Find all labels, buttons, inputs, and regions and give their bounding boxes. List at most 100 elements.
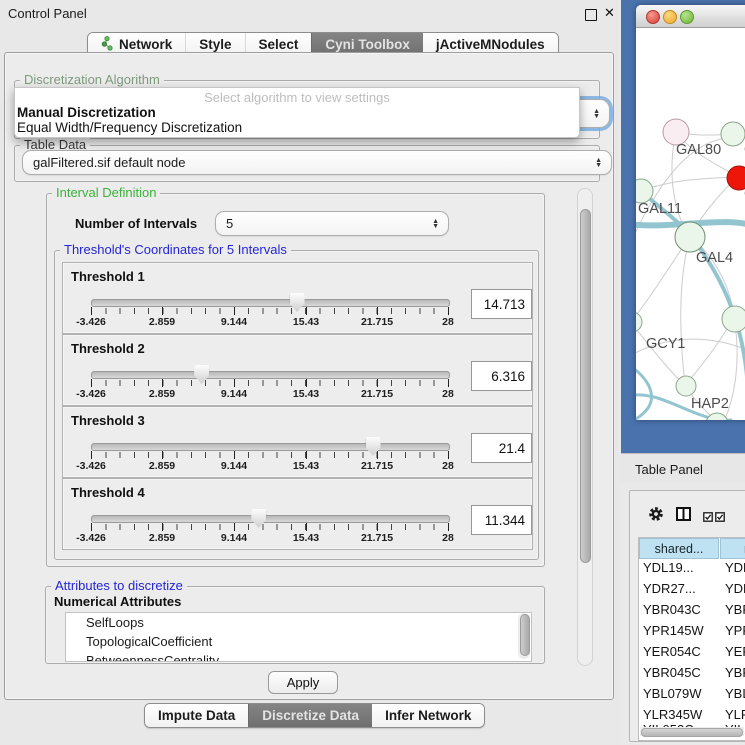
tab-infer-network-label: Infer Network (385, 708, 471, 723)
table-panel-title: Table Panel (635, 462, 703, 477)
split-view-icon[interactable] (676, 507, 691, 526)
table-panel: shared... na YDL19...YDL1 YDR27...YDR2 Y… (621, 483, 745, 745)
table-row[interactable]: YDR27...YDR2 (639, 579, 745, 599)
number-of-intervals-value: 5 (226, 216, 233, 231)
gear-icon[interactable] (648, 506, 664, 527)
tab-discretize-data-label: Discretize Data (262, 708, 359, 723)
scrollbar-thumb[interactable] (580, 209, 591, 563)
network-canvas[interactable]: GAL80 GAL11 GAL4 GCY1 HAP2 G C H (636, 28, 745, 420)
tab-discretize-data[interactable]: Discretize Data (248, 704, 372, 727)
network-view-window: GAL80 GAL11 GAL4 GCY1 HAP2 G C H (636, 5, 745, 420)
tick-marks (91, 524, 449, 530)
numerical-attributes-label: Numerical Attributes (54, 594, 181, 609)
table-panel-inner: shared... na YDL19...YDL1 YDR27...YDR2 Y… (629, 490, 745, 742)
list-item[interactable]: SelfLoops (66, 613, 531, 632)
tab-select-label: Select (259, 37, 299, 52)
node (636, 312, 642, 332)
thresholds-group-title: Threshold's Coordinates for 5 Intervals (60, 243, 291, 256)
horizontal-scrollbar[interactable] (640, 727, 744, 736)
node-label: GCY1 (646, 336, 686, 352)
node (675, 222, 705, 252)
control-panel-window: Control Panel ✕ Network Style Select Cyn… (0, 0, 621, 745)
threshold-3-slider-track[interactable] (91, 443, 450, 451)
dropdown-item-manual-discretization[interactable]: Manual Discretization (17, 105, 156, 120)
threshold-1-value-field[interactable]: 14.713 (471, 289, 532, 319)
table-data-combobox[interactable]: galFiltered.sif default node ▲▼ (22, 150, 612, 175)
threshold-1-label: Threshold 1 (71, 269, 145, 284)
node-attribute-table[interactable]: shared... na YDL19...YDL1 YDR27...YDR2 Y… (638, 537, 745, 741)
discretization-algorithm-group-title: Discretization Algorithm (20, 73, 164, 86)
node-label: GAL4 (696, 250, 733, 266)
threshold-1-panel: Threshold 1 -3.426 2.859 9.144 15.43 21.… (62, 262, 533, 334)
tick-marks (91, 308, 449, 314)
scrollbar-thumb[interactable] (520, 614, 530, 656)
node-label: GAL80 (676, 142, 721, 158)
chevron-updown-icon: ▲▼ (593, 100, 600, 127)
chevron-updown-icon: ▲▼ (432, 212, 439, 235)
vertical-scrollbar[interactable] (577, 188, 593, 666)
tick-marks (91, 452, 449, 458)
list-item[interactable]: TopologicalCoefficient (66, 632, 531, 651)
column-header-shared-name[interactable]: shared... (639, 538, 719, 559)
apply-button[interactable]: Apply (268, 671, 338, 694)
node-label: GAL11 (638, 201, 682, 217)
close-icon[interactable]: ✕ (604, 5, 615, 21)
algorithm-dropdown-popup: Select algorithm to view settings Manual… (14, 87, 580, 138)
attributes-group-title: Attributes to discretize (51, 579, 187, 592)
threshold-2-label: Threshold 2 (71, 341, 145, 356)
mac-minimize-button[interactable] (663, 10, 677, 24)
checkbox-checked-icon[interactable] (715, 509, 725, 527)
number-of-intervals-combobox[interactable]: 5 ▲▼ (215, 211, 449, 236)
tab-infer-network[interactable]: Infer Network (372, 704, 484, 727)
chevron-updown-icon: ▲▼ (595, 151, 602, 174)
threshold-2-value-field[interactable]: 6.316 (471, 361, 532, 391)
dropdown-hint-item[interactable]: Select algorithm to view settings (15, 90, 579, 105)
scrollbar-thumb[interactable] (641, 728, 743, 737)
threshold-3-panel: Threshold 3 -3.426 2.859 9.144 15.43 21.… (62, 406, 533, 478)
table-data-value: galFiltered.sif default node (33, 155, 185, 170)
table-row[interactable]: YBR045CYBR0 (639, 663, 745, 683)
checkbox-checked-icon[interactable] (703, 509, 713, 527)
tab-jactivemnodules-label: jActiveMNodules (436, 37, 545, 52)
float-window-icon[interactable] (585, 9, 597, 21)
column-header-name[interactable]: na (720, 538, 745, 559)
dropdown-item-equal-width-frequency[interactable]: Equal Width/Frequency Discretization (17, 120, 242, 135)
network-nodes[interactable] (636, 119, 745, 420)
node-red (727, 166, 745, 190)
table-row[interactable]: YDL19...YDL1 (639, 558, 745, 578)
threshold-1-slider-track[interactable] (91, 299, 450, 307)
network-window-titlebar[interactable] (636, 5, 745, 28)
attributes-list-scrollbar[interactable] (518, 613, 530, 659)
interval-definition-group-title: Interval Definition (52, 186, 160, 199)
tab-network-label: Network (119, 37, 172, 52)
window-title: Control Panel (8, 6, 87, 21)
cyni-bottom-tabs: Impute Data Discretize Data Infer Networ… (144, 703, 485, 728)
table-panel-titlebar: Table Panel (621, 453, 745, 485)
mac-close-button[interactable] (646, 10, 660, 24)
numerical-attributes-list[interactable]: SelfLoops TopologicalCoefficient Between… (65, 612, 532, 662)
threshold-4-slider-track[interactable] (91, 515, 450, 523)
mac-zoom-button[interactable] (680, 10, 694, 24)
tab-impute-data-label: Impute Data (158, 708, 235, 723)
list-item[interactable]: BetweennessCentrality (66, 651, 531, 662)
table-row[interactable]: YPR145WYPR1 (639, 621, 745, 641)
threshold-3-label: Threshold 3 (71, 413, 145, 428)
node (676, 376, 696, 396)
network-icon (101, 36, 114, 54)
table-row[interactable]: YBL079WYBL0 (639, 684, 745, 704)
tab-style-label: Style (199, 37, 231, 52)
threshold-4-value-field[interactable]: 11.344 (471, 505, 532, 535)
threshold-2-slider-track[interactable] (91, 371, 450, 379)
threshold-3-value-field[interactable]: 21.4 (471, 433, 532, 463)
number-of-intervals-label: Number of Intervals (75, 216, 197, 231)
table-row[interactable]: YBR043CYBR0 (639, 600, 745, 620)
threshold-4-panel: Threshold 4 -3.426 2.859 9.144 15.43 21.… (62, 478, 533, 550)
table-row[interactable]: YER054CYER0 (639, 642, 745, 662)
tab-cyni-toolbox-label: Cyni Toolbox (325, 37, 410, 52)
window-titlebar: Control Panel ✕ (0, 0, 621, 28)
node (722, 306, 745, 332)
threshold-4-label: Threshold 4 (71, 485, 145, 500)
tick-marks (91, 380, 449, 386)
node-label: HAP2 (691, 396, 729, 412)
tab-impute-data[interactable]: Impute Data (145, 704, 248, 727)
